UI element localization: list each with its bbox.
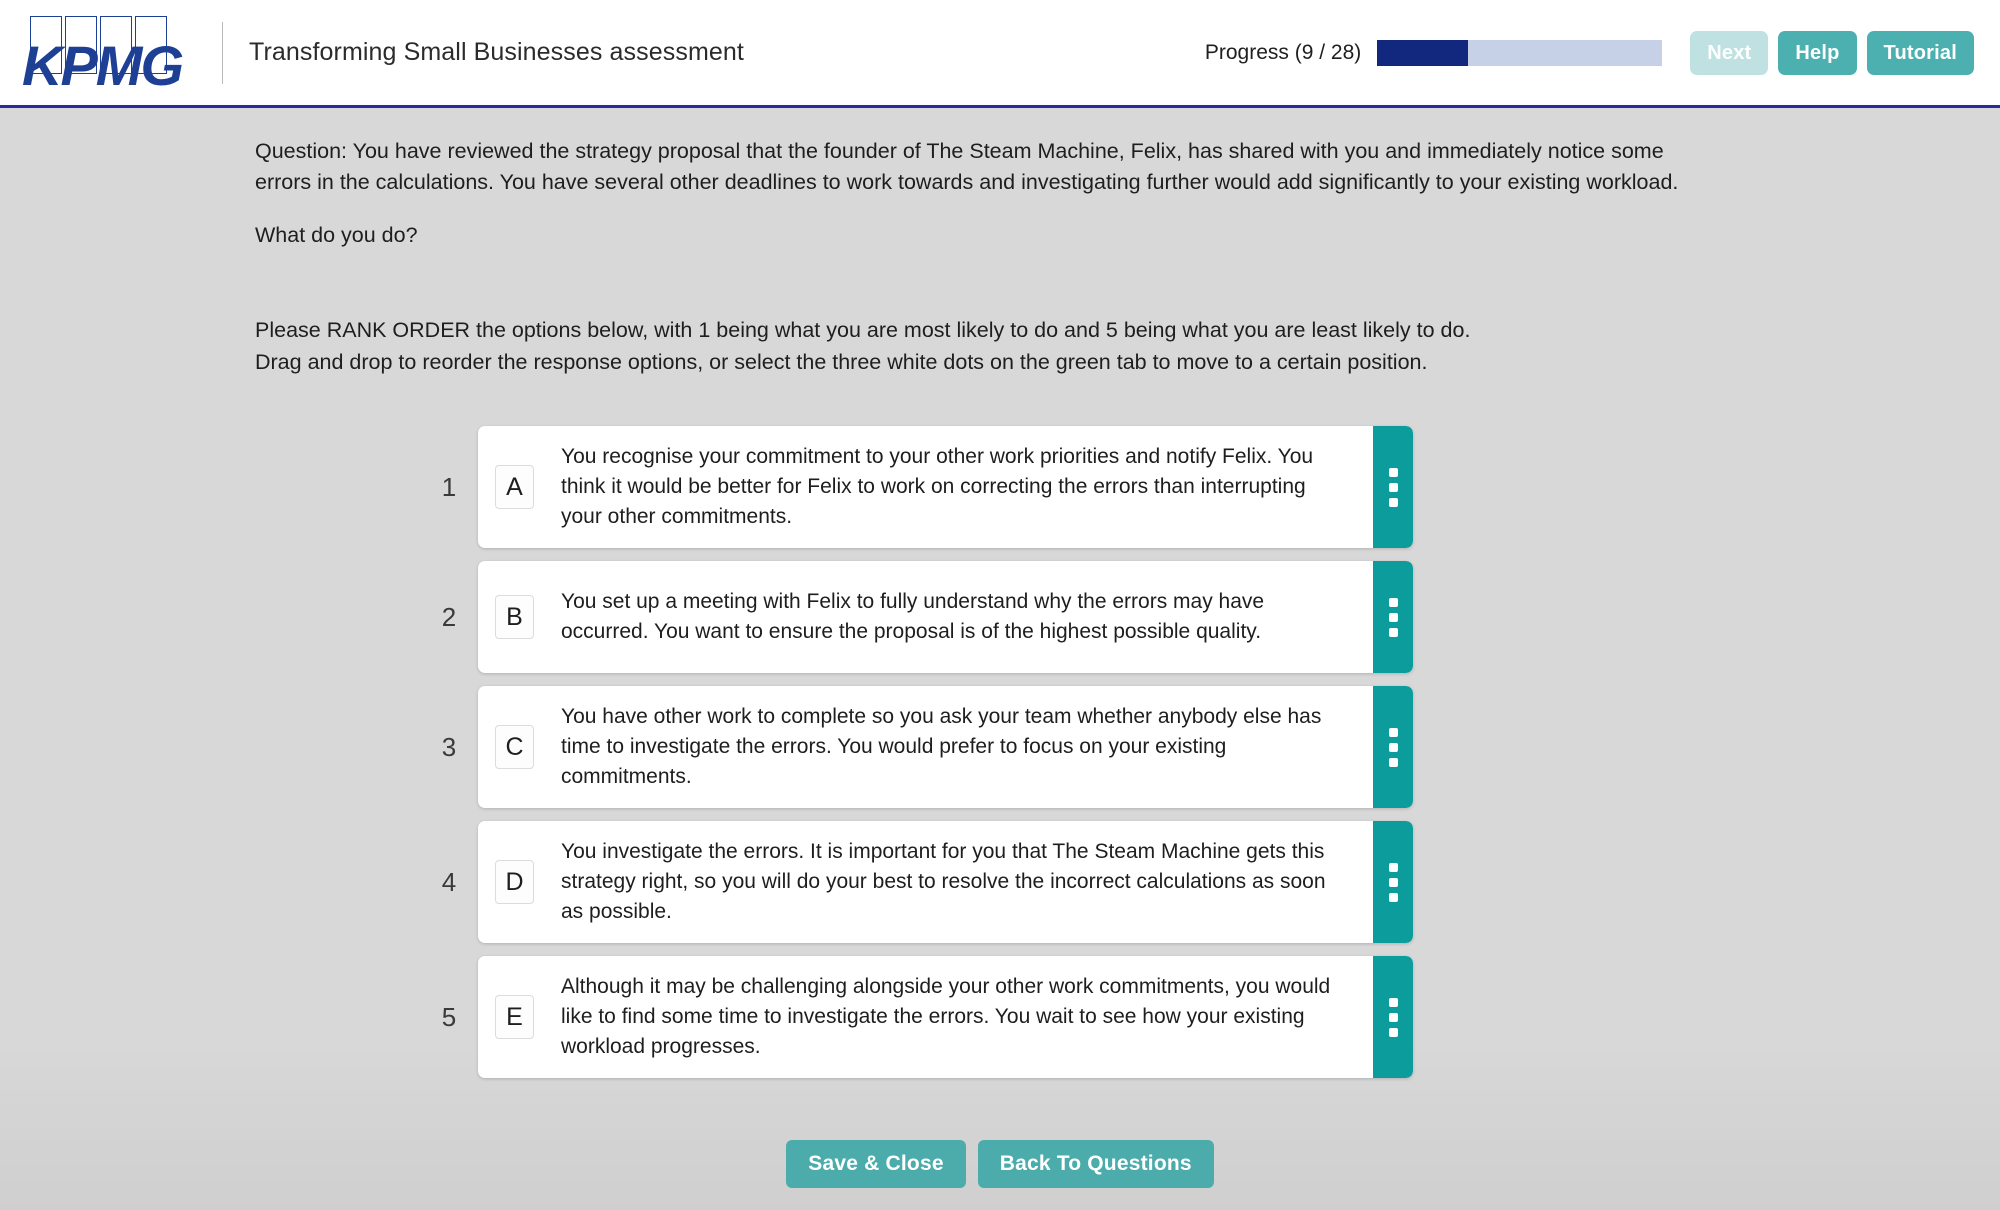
drag-handle-dots-icon[interactable] (1373, 686, 1413, 809)
option-letter-badge: A (495, 465, 534, 510)
assessment-page: KPMG Transforming Small Businesses asses… (0, 0, 2000, 1210)
question-block: Question: You have reviewed the strategy… (0, 108, 1700, 252)
option-text: You recognise your commitment to your ot… (561, 445, 1314, 529)
rank-position-number: 5 (441, 1001, 457, 1032)
header-controls: Progress (9 / 28) Next Help Tutorial (1204, 30, 2000, 75)
help-button[interactable]: Help (1778, 30, 1857, 75)
rank-row: 2 B You set up a meeting with Felix to f… (420, 561, 2000, 674)
option-letter-badge: D (495, 860, 534, 905)
option-card-a[interactable]: A You recognise your commitment to your … (478, 426, 1413, 549)
rank-position-number: 2 (441, 601, 457, 632)
option-card-b[interactable]: B You set up a meeting with Felix to ful… (478, 561, 1413, 674)
main-content: Question: You have reviewed the strategy… (0, 108, 2000, 1210)
rank-row: 1 A You recognise your commitment to you… (420, 426, 2000, 549)
header-divider (222, 21, 223, 84)
app-header: KPMG Transforming Small Businesses asses… (0, 0, 2000, 108)
page-title: Transforming Small Businesses assessment (249, 38, 744, 66)
option-letter-badge: B (495, 595, 534, 640)
option-card-e[interactable]: E Although it may be challenging alongsi… (478, 956, 1413, 1079)
rank-position-number: 3 (441, 731, 457, 762)
option-text: Although it may be challenging alongside… (561, 975, 1331, 1059)
drag-handle-dots-icon[interactable] (1373, 561, 1413, 674)
kpmg-logo-wordmark: KPMG (22, 33, 184, 97)
rank-row: 4 D You investigate the errors. It is im… (420, 821, 2000, 944)
option-text: You set up a meeting with Felix to fully… (561, 590, 1265, 644)
progress-bar (1377, 39, 1663, 66)
drag-handle-dots-icon[interactable] (1373, 956, 1413, 1079)
drag-handle-dots-icon[interactable] (1373, 821, 1413, 944)
instruction-line-1: Please RANK ORDER the options below, wit… (255, 317, 1471, 342)
next-button[interactable]: Next (1690, 30, 1769, 75)
instruction-line-2: Drag and drop to reorder the response op… (255, 349, 1428, 374)
option-text: You have other work to complete so you a… (561, 705, 1322, 789)
save-and-close-button[interactable]: Save & Close (786, 1140, 966, 1188)
back-to-questions-button[interactable]: Back To Questions (977, 1140, 1214, 1188)
rank-position-number: 1 (441, 471, 457, 502)
kpmg-logo: KPMG (0, 0, 210, 105)
ranking-instructions: Please RANK ORDER the options below, wit… (0, 314, 2000, 379)
question-prompt: Question: You have reviewed the strategy… (255, 139, 1679, 195)
rank-row: 3 C You have other work to complete so y… (420, 686, 2000, 809)
rank-order-list: 1 A You recognise your commitment to you… (0, 426, 2000, 1079)
rank-row: 5 E Although it may be challenging along… (420, 956, 2000, 1079)
option-text: You investigate the errors. It is import… (561, 840, 1326, 924)
question-call-to-action: What do you do? (255, 223, 418, 248)
progress-bar-fill (1377, 39, 1469, 66)
rank-position-number: 4 (441, 866, 457, 897)
tutorial-button[interactable]: Tutorial (1866, 30, 1974, 75)
option-card-d[interactable]: D You investigate the errors. It is impo… (478, 821, 1413, 944)
option-card-c[interactable]: C You have other work to complete so you… (478, 686, 1413, 809)
drag-handle-dots-icon[interactable] (1373, 426, 1413, 549)
footer-actions: Save & Close Back To Questions (0, 1140, 2000, 1188)
option-letter-badge: C (495, 725, 534, 770)
option-letter-badge: E (495, 995, 534, 1040)
progress-label: Progress (9 / 28) (1204, 40, 1362, 64)
